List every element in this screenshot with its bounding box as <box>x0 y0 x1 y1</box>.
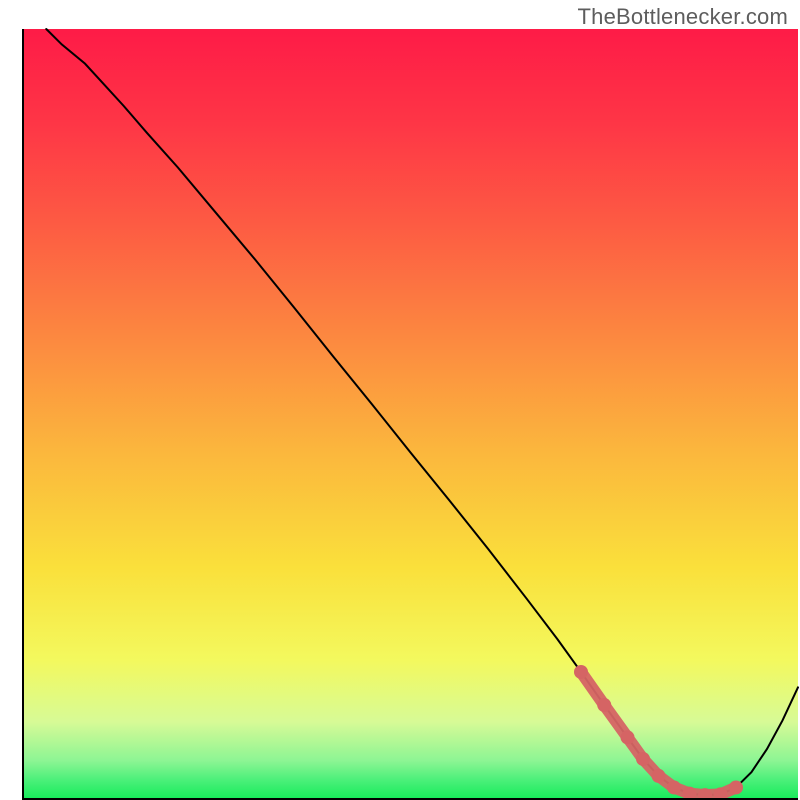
highlight-dot <box>574 665 588 679</box>
highlight-dot <box>652 769 666 783</box>
gradient-background <box>23 29 798 799</box>
highlight-dot <box>667 780 681 794</box>
highlight-dot <box>636 752 650 766</box>
highlight-dot <box>597 698 611 712</box>
highlight-dot <box>683 787 697 800</box>
bottleneck-chart: TheBottlenecker.com <box>0 0 800 800</box>
highlight-dot <box>621 730 635 744</box>
chart-svg <box>0 0 800 800</box>
attribution-watermark: TheBottlenecker.com <box>578 4 788 30</box>
highlight-dot <box>729 780 743 794</box>
